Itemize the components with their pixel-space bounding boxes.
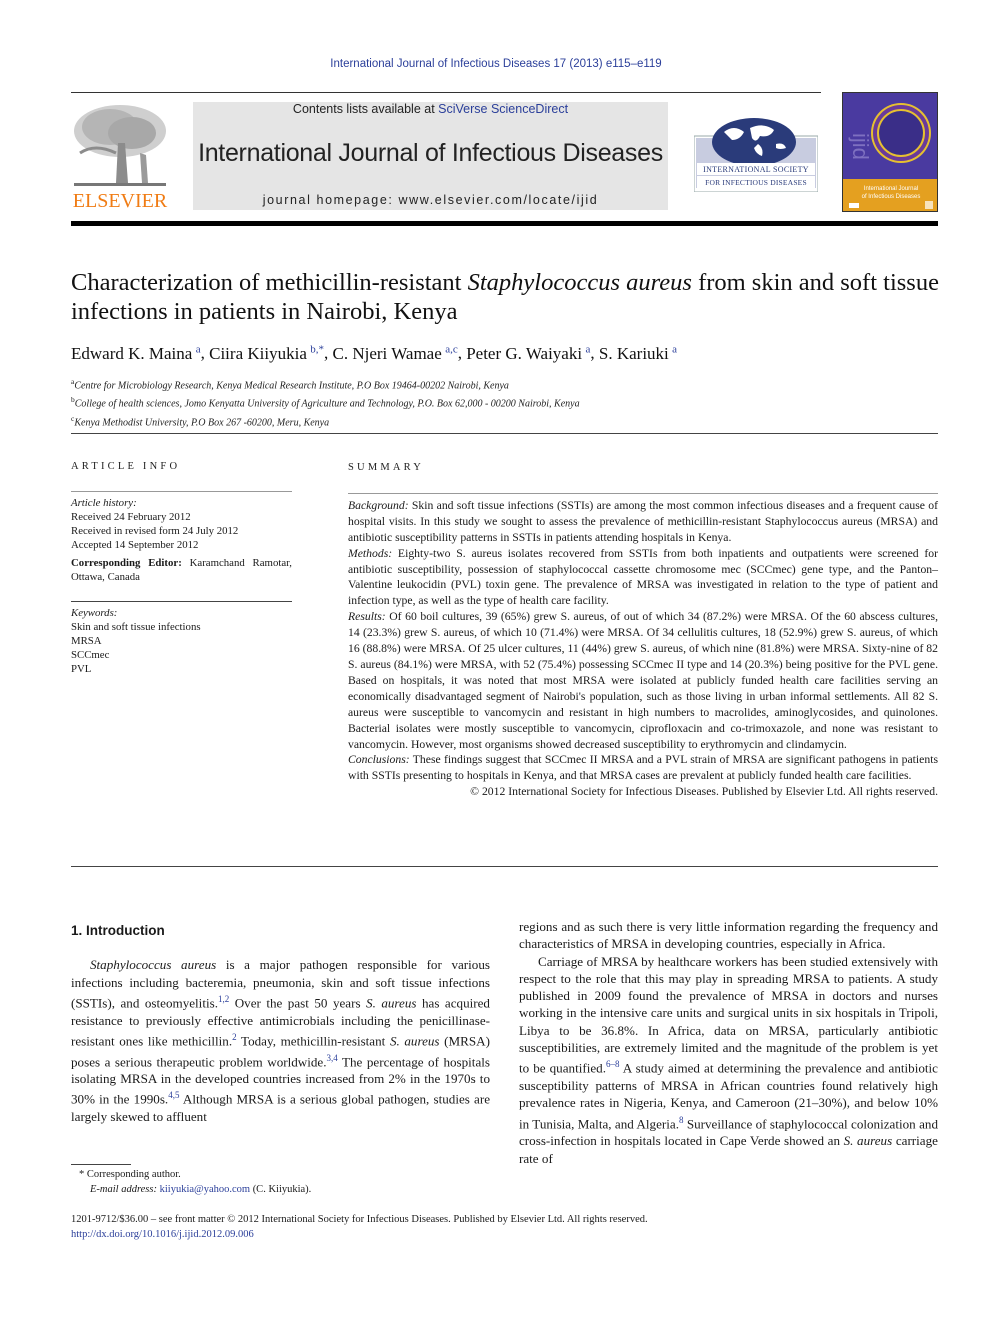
intro-paragraph: Staphylococcus aureus is a major pathoge… [71, 956, 490, 1125]
running-head[interactable]: International Journal of Infectious Dise… [0, 58, 992, 70]
article-info-divider [71, 491, 292, 492]
summary-conclusions: Conclusions: These findings suggest that… [348, 753, 938, 783]
elsevier-logo[interactable]: ELSEVIER [70, 103, 170, 213]
author-list: Edward K. Maina a, Ciira Kiiyukia b,*, C… [71, 343, 678, 363]
copyright: © 2012 International Society for Infecti… [470, 785, 938, 799]
citation-link[interactable]: 3,4 [327, 1053, 338, 1063]
journal-masthead: Contents lists available at SciVerse Sci… [193, 102, 668, 210]
isid-logo[interactable]: INTERNATIONAL SOCIETY FOR INFECTIOUS DIS… [693, 118, 819, 193]
corresponding-editor: Corresponding Editor: Karamchand Ramotar… [71, 557, 293, 583]
text-run: Today, methicillin-resistant [236, 1033, 390, 1049]
affiliation: cKenya Methodist University, P.O Box 267… [71, 413, 330, 428]
cover-image-icon: ijid International Journal of Infectious… [843, 93, 937, 211]
summary-heading: SUMMARY [348, 462, 425, 473]
text-run: S. aureus [843, 1133, 893, 1149]
doi-link[interactable]: http://dx.doi.org/10.1016/j.ijid.2012.09… [71, 1229, 254, 1240]
affiliation: bCollege of health sciences, Jomo Kenyat… [71, 395, 580, 410]
citation-link[interactable]: 1,2 [218, 994, 229, 1004]
text-run: Carriage of MRSA by healthcare workers h… [519, 953, 938, 1076]
article-info-heading: ARTICLE INFO [71, 461, 181, 472]
citation-link[interactable]: 4,5 [168, 1090, 179, 1100]
keywords: Keywords: Skin and soft tissue infection… [71, 606, 292, 676]
affiliation-divider [71, 433, 938, 434]
summary: SUMMARY Background: Skin and soft tissue… [348, 460, 938, 800]
summary-results: Results: Of 60 boil cultures, 39 (65%) g… [348, 610, 938, 751]
author[interactable]: Ciira Kiiyukia b,* [209, 343, 324, 363]
sciencedirect-link[interactable]: SciVerse ScienceDirect [438, 102, 568, 116]
keywords-divider [71, 601, 292, 602]
text-run: Staphylococcus aureus [90, 957, 217, 973]
keyword: SCCmec [71, 649, 110, 661]
keyword: PVL [71, 663, 92, 675]
elsevier-wordmark: ELSEVIER [72, 190, 168, 212]
journal-title: International Journal of Infectious Dise… [198, 139, 663, 167]
globe-icon: INTERNATIONAL SOCIETY FOR INFECTIOUS DIS… [693, 118, 819, 193]
section-heading: 1. Introduction [71, 923, 165, 938]
article-history: Article history: Received 24 February 20… [71, 497, 239, 551]
citation-link[interactable]: 6–8 [606, 1059, 620, 1069]
keyword: Skin and soft tissue infections [71, 621, 201, 633]
journal-cover-thumbnail[interactable]: ijid International Journal of Infectious… [842, 92, 938, 212]
isid-line-2: FOR INFECTIOUS DISEASES [705, 178, 807, 187]
text-run: Over the past 50 years [229, 995, 367, 1011]
footnote-divider [71, 1164, 131, 1165]
isid-line-1: INTERNATIONAL SOCIETY [703, 165, 809, 174]
text-run: S. aureus [389, 1033, 440, 1049]
article-info: ARTICLE INFO Article history: Received 2… [71, 460, 292, 676]
footnote: * Corresponding author. E-mail address: … [79, 1169, 312, 1195]
summary-bottom-divider [71, 866, 938, 867]
masthead-divider [71, 221, 938, 226]
svg-text:International Journal: International Journal [864, 186, 918, 192]
summary-methods: Methods: Eighty-two S. aureus isolates r… [348, 546, 938, 608]
affiliations: aCentre for Microbiology Research, Kenya… [71, 375, 951, 430]
affiliation: aCentre for Microbiology Research, Kenya… [71, 377, 509, 392]
svg-text:ijid: ijid [848, 133, 873, 160]
author[interactable]: S. Kariuki a [599, 343, 677, 363]
keyword: MRSA [71, 635, 102, 647]
journal-homepage-link[interactable]: journal homepage: www.elsevier.com/locat… [193, 193, 668, 207]
text-run: regions and as such there is very little… [519, 919, 938, 952]
introduction-left-column: 1. Introduction Staphylococcus aureus is… [71, 922, 490, 1125]
summary-divider [348, 492, 938, 494]
author[interactable]: C. Njeri Wamae a,c [333, 343, 458, 363]
issn-line: 1201-9712/$36.00 – see front matter © 20… [71, 1214, 648, 1225]
email-link[interactable]: kiiyukia@yahoo.com [160, 1184, 250, 1195]
article-title: Characterization of methicillin-resistan… [71, 269, 939, 325]
author[interactable]: Peter G. Waiyaki a [466, 343, 590, 363]
intro-paragraph-continued: regions and as such there is very little… [519, 918, 938, 953]
text-run: S. aureus [366, 995, 417, 1011]
header-divider [71, 92, 821, 93]
introduction-right-column: regions and as such there is very little… [519, 918, 938, 1167]
tree-icon [74, 105, 166, 186]
contents-line: Contents lists available at SciVerse Sci… [292, 102, 569, 116]
front-matter: 1201-9712/$36.00 – see front matter © 20… [71, 1212, 951, 1242]
svg-text:of Infectious Diseases: of Infectious Diseases [862, 194, 921, 200]
intro-paragraph: Carriage of MRSA by healthcare workers h… [519, 953, 938, 1167]
summary-background: Background: Skin and soft tissue infecti… [348, 498, 938, 544]
author[interactable]: Edward K. Maina a [71, 343, 201, 363]
